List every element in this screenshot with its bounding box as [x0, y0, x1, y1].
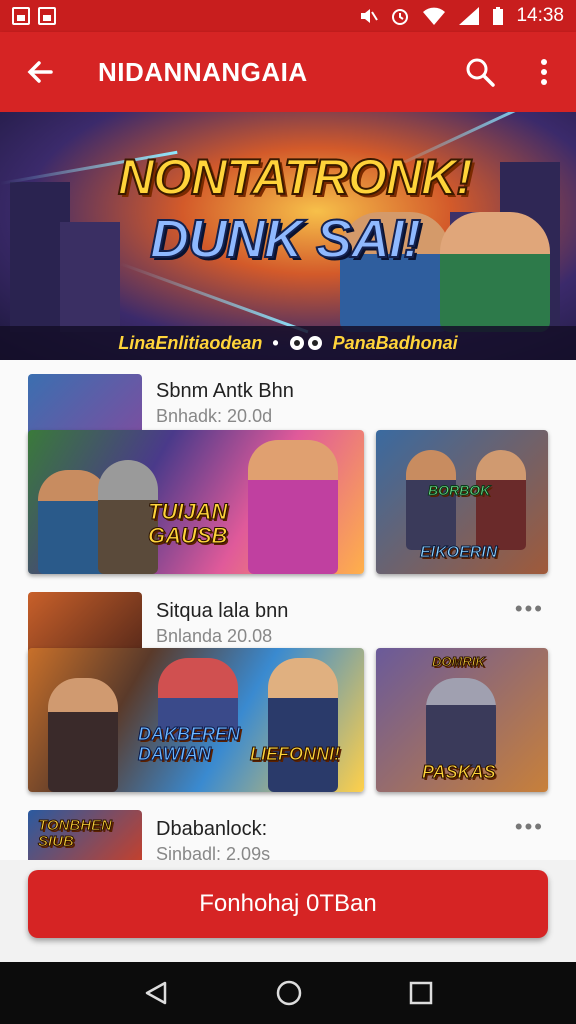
gamepad-icon [289, 336, 322, 350]
item-more-button[interactable]: ••• [515, 596, 544, 622]
nav-recents-icon[interactable] [409, 981, 433, 1005]
status-bar: 14:38 [0, 0, 576, 32]
battery-icon [493, 7, 504, 25]
app-bar: NIDANNANGAIA [0, 32, 576, 112]
notification-box-icon [12, 7, 30, 25]
item-title: Sitqua lala bnn [156, 600, 289, 622]
item-avatar [28, 592, 142, 652]
game-list: Sbnm Antk Bhn Bnhadk: 20.0d TUIJAN GAUSB… [0, 360, 576, 860]
system-nav-bar [0, 962, 576, 1024]
character-figure [248, 440, 338, 574]
item-subtitle: Bnhadk: 20.0d [156, 406, 273, 426]
item-side-image[interactable]: BORBOK ElKOERIN [376, 430, 548, 574]
nav-home-icon[interactable] [275, 979, 303, 1007]
banner-caption-right: PanaBadhonai [332, 332, 458, 353]
item-title: Dbabanlock: [156, 818, 268, 840]
list-item[interactable]: TONBHEN SIUB Dbabanlock: Sinbadl: 2.09s … [0, 806, 576, 860]
item-subtitle: Bnlanda 20.08 [156, 626, 273, 646]
item-more-button[interactable]: ••• [515, 814, 544, 840]
character-figure [48, 678, 118, 792]
wifi-icon [423, 7, 446, 25]
item-art-label: TONBHEN SIUB [38, 817, 113, 850]
banner-subtitle: DUNK SAI! [149, 208, 422, 270]
notification-image-icon [38, 7, 56, 25]
item-art-label: LIEFONNI! [250, 744, 341, 765]
featured-banner[interactable]: NONTATRONK! DUNK SAI! LinaEnlitiaodean •… [0, 112, 576, 360]
item-side-badge: DOMRIK [432, 654, 486, 670]
list-item[interactable]: Sitqua lala bnn Bnlanda 20.08 ••• DAKBER… [0, 588, 576, 803]
character-figure [268, 658, 338, 792]
hero-character [440, 212, 550, 332]
item-side-label: PASKAS [422, 762, 497, 783]
city-building [60, 222, 120, 332]
status-time: 14:38 [516, 5, 564, 26]
item-subtitle: Sinbadl: 2.09s [156, 844, 271, 860]
item-main-image[interactable]: DAKBEREN DAWIAN LIEFONNI! [28, 648, 364, 792]
mute-icon [361, 9, 379, 23]
banner-caption-separator: • [272, 332, 279, 353]
banner-title: NONTATRONK! [117, 148, 474, 206]
overflow-menu-button[interactable] [512, 32, 576, 112]
overflow-menu-icon [541, 59, 547, 85]
character-figure [406, 450, 456, 550]
nav-back-icon[interactable] [143, 980, 169, 1006]
item-side-image[interactable]: DOMRIK PASKAS [376, 648, 548, 792]
item-side-label: ElKOERIN [419, 544, 498, 562]
light-ray [119, 262, 309, 334]
item-art-label: TUIJAN GAUSB [148, 499, 228, 548]
banner-caption-left: LinaEnlitiaodean [118, 332, 263, 353]
character-figure [476, 450, 526, 550]
back-button[interactable] [0, 32, 80, 112]
item-avatar [28, 374, 142, 434]
list-item[interactable]: Sbnm Antk Bhn Bnhadk: 20.0d TUIJAN GAUSB… [0, 370, 576, 585]
search-icon [466, 58, 495, 87]
character-figure [426, 678, 496, 768]
back-arrow-icon [27, 61, 53, 83]
primary-action-button[interactable]: Fonhohaj 0TBan [28, 870, 548, 938]
app-title: NIDANNANGAIA [98, 56, 308, 87]
item-art-label: DAKBEREN DAWIAN [138, 724, 241, 765]
item-avatar: TONBHEN SIUB [28, 810, 142, 860]
item-side-badge: BORBOK [427, 482, 491, 499]
signal-icon [459, 7, 480, 25]
item-title: Sbnm Antk Bhn [156, 380, 294, 402]
alarm-icon [392, 9, 409, 25]
search-button[interactable] [448, 32, 512, 112]
banner-caption: LinaEnlitiaodean • PanaBadhonai [0, 326, 576, 360]
item-main-image[interactable]: TUIJAN GAUSB [28, 430, 364, 574]
